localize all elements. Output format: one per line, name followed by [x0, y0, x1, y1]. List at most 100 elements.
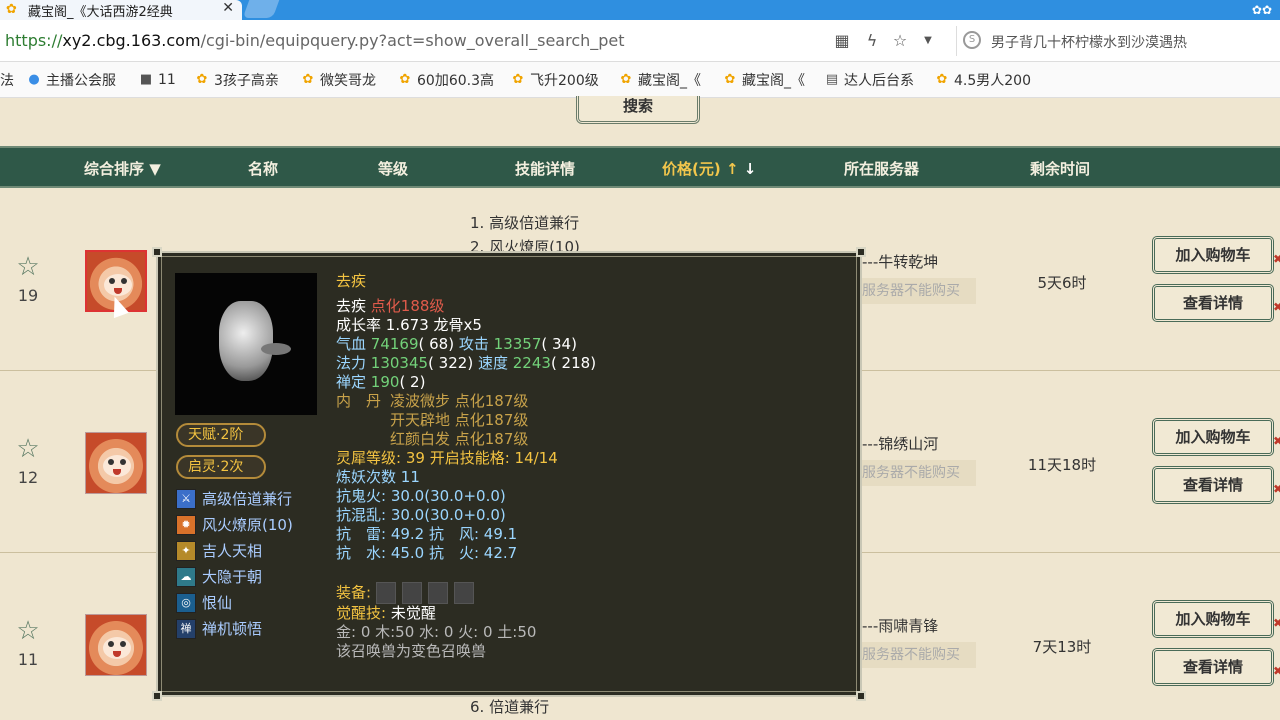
bookmark-favicon-icon: ✿ [196, 72, 208, 87]
inner-core-item: 凌波微步 点化187级 [390, 392, 529, 410]
lingxi-line: 灵犀等级: 39 开启技能格: 14/14 [336, 449, 558, 467]
sort-up-arrow-icon[interactable]: ↑ [726, 160, 739, 178]
inner-core-item: 开天辟地 点化187级 [390, 411, 529, 429]
tab-title: 藏宝阁_《大话西游2经典 [28, 4, 173, 20]
pet-image [175, 273, 317, 415]
favorite-count: 11 [17, 650, 39, 669]
bookmark-item[interactable]: ▤ 达人后台系 [824, 70, 914, 90]
equipment-line: 装备: [336, 582, 480, 604]
tooltip-skill: ☁ 大隐于朝 [176, 566, 262, 587]
sort-down-arrow-icon[interactable]: ↓ [744, 160, 757, 178]
bookmark-favicon-icon: ✿ [620, 72, 632, 87]
pet-avatar[interactable] [85, 432, 147, 494]
remaining-time: 7天13时 [1032, 638, 1092, 656]
add-to-cart-button[interactable]: 加入购物车 ✖ [1152, 600, 1280, 638]
refine-line: 炼妖次数 11 [336, 468, 420, 486]
resist-line: 抗 雷: 49.2 抗 风: 49.1 [336, 525, 518, 543]
bookmark-item[interactable]: ● 主播公会服 [26, 70, 116, 90]
search-text: 男子背几十杯柠檬水到沙漠遇热 [991, 35, 1187, 51]
bookmark-favicon-icon: ✿ [512, 72, 524, 87]
tab-favicon-icon: ✿ [6, 2, 17, 17]
blade-icon: ⚔ [176, 488, 196, 509]
skill-item: 6. 倍道兼行 [470, 698, 550, 716]
ribbon-icon: ✖ [1272, 616, 1280, 630]
bookmark-item[interactable]: ✿ 藏宝阁_《 [722, 70, 805, 90]
bookmark-item[interactable]: ✿ 3孩子高亲 [194, 70, 279, 90]
tooltip-corner [152, 691, 162, 701]
bookmark-item[interactable]: ✿ 微笑哥龙 [300, 70, 376, 90]
elements-line: 金: 0 木:50 水: 0 火: 0 土:50 [336, 623, 537, 641]
tooltip-corner [152, 247, 162, 257]
resist-line: 抗 水: 45.0 抗 火: 42.7 [336, 544, 518, 562]
bookmark-favicon-icon: ✿ [399, 72, 411, 87]
hermit-icon: ☁ [176, 566, 196, 587]
zen-icon: 禅 [176, 618, 196, 639]
chat-icon: ● [28, 72, 40, 87]
inner-core-item: 红颜白发 点化187级 [390, 430, 529, 448]
cannot-buy-note: 服务器不能购买 [858, 460, 976, 486]
bookmark-item[interactable]: ✿ 60加60.3高 [397, 70, 494, 90]
tooltip-corner [856, 247, 866, 257]
tooltip-skill: ⚔ 高级倍道兼行 [176, 488, 292, 509]
view-details-button[interactable]: 查看详情 ✖ [1152, 284, 1280, 322]
tooltip-skill: ✹ 风火燎原(10) [176, 514, 293, 535]
pet-name-line: 去疾 点化188级 [336, 297, 445, 315]
pet-avatar[interactable] [85, 614, 147, 676]
bookmark-item[interactable]: ✿ 4.5男人200 [934, 70, 1031, 90]
equip-slot-icon [453, 582, 474, 604]
search-button[interactable]: 搜索 [576, 96, 700, 124]
bookmark-item[interactable]: ✿ 藏宝阁_《 [618, 70, 701, 90]
talent-badge: 天赋·2阶 [176, 423, 266, 447]
inner-core-label: 内 丹 [336, 392, 382, 410]
url-scheme: https:// [5, 31, 63, 50]
tooltip-corner [856, 691, 866, 701]
bookmark-favicon-icon: ✿ [302, 72, 314, 87]
skill-column-header: 技能详情 [515, 160, 576, 178]
ring-icon: ◎ [176, 592, 196, 613]
equip-slot-icon [401, 582, 422, 604]
browser-search-box[interactable]: S 男子背几十杯柠檬水到沙漠遇热 [956, 26, 1280, 56]
server-name: ---锦绣山河 [862, 435, 939, 453]
sort-down-icon: ▼ [149, 160, 161, 178]
document-icon: ▤ [825, 72, 839, 87]
hp-atk-line: 气血 74169( 68) 攻击 13357( 34) [336, 335, 577, 353]
url-host: xy2.cbg.163.com [62, 31, 201, 50]
pet-title: 去疾 [336, 272, 367, 290]
view-details-button[interactable]: 查看详情 ✖ [1152, 466, 1280, 504]
name-column-header[interactable]: 名称 [248, 158, 278, 179]
view-details-button[interactable]: 查看详情 ✖ [1152, 648, 1280, 686]
lightning-icon[interactable]: ϟ [862, 31, 882, 51]
tab-close-icon[interactable]: ✕ [222, 0, 234, 16]
equip-slot-icon [427, 582, 448, 604]
bookmark-item[interactable]: ✿ 飞升200级 [510, 70, 599, 90]
browser-tab[interactable]: ✿ 藏宝阁_《大话西游2经典 ✕ [0, 0, 242, 20]
resist-line: 抗鬼火: 30.0(30.0+0.0) [336, 487, 506, 505]
favorite-star-icon[interactable]: ☆ [15, 618, 41, 644]
favorite-star-icon[interactable]: ☆ [15, 436, 41, 462]
bookmark-favicon-icon: ✿ [724, 72, 736, 87]
resist-line: 抗混乱: 30.0(30.0+0.0) [336, 506, 506, 524]
add-to-cart-button[interactable]: 加入购物车 ✖ [1152, 418, 1280, 456]
awaken-line: 觉醒技: 未觉醒 [336, 604, 436, 622]
cannot-buy-note: 服务器不能购买 [858, 642, 976, 668]
tooltip-skill: ✦ 吉人天相 [176, 540, 262, 561]
cannot-buy-note: 服务器不能购买 [858, 278, 976, 304]
level-column-header[interactable]: 等级 [378, 158, 408, 179]
url-field[interactable]: https://xy2.cbg.163.com/cgi-bin/equipque… [5, 31, 625, 50]
ribbon-icon: ✖ [1272, 664, 1280, 678]
server-name: ---牛转乾坤 [862, 253, 939, 271]
chevron-down-icon[interactable]: ▼ [918, 31, 938, 51]
sort-column-header[interactable]: 综合排序 ▼ [84, 158, 161, 179]
equip-slot-icon [375, 582, 396, 604]
bookmark-item[interactable]: ■ 11 [138, 70, 176, 90]
ribbon-icon: ✖ [1272, 300, 1280, 314]
favorite-star-icon[interactable]: ☆ [15, 254, 41, 280]
variant-note: 该召唤兽为变色召唤兽 [336, 642, 487, 660]
add-to-cart-button[interactable]: 加入购物车 ✖ [1152, 236, 1280, 274]
remaining-time: 11天18时 [1027, 456, 1097, 474]
favorite-star-icon[interactable]: ☆ [890, 31, 910, 51]
ribbon-icon: ✖ [1272, 434, 1280, 448]
price-column-header[interactable]: 价格(元) ↑ ↓ [662, 158, 756, 179]
bookmark-item[interactable]: 法 [0, 70, 14, 90]
qr-code-icon[interactable]: ▦ [832, 31, 852, 51]
